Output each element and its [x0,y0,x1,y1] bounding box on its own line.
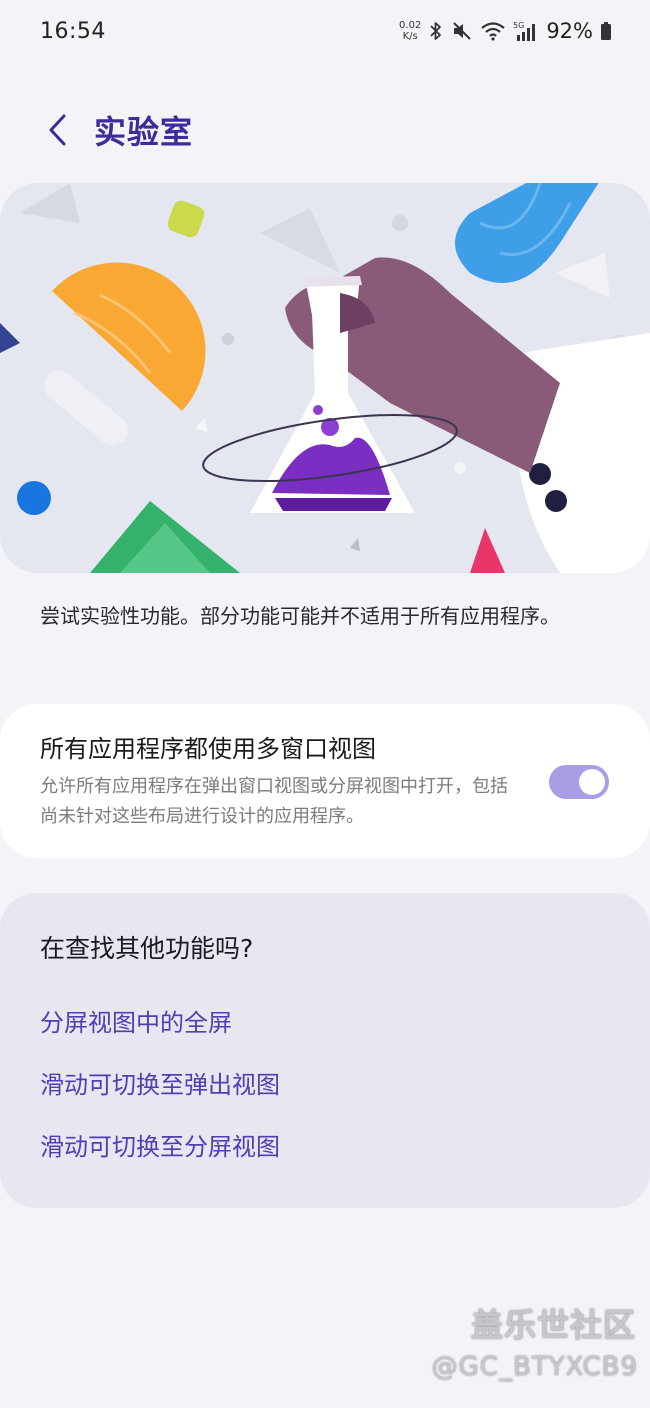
more-features-title: 在查找其他功能吗? [40,934,254,963]
status-icons: 0.02 K/s 5G 92% [399,19,612,43]
hero-illustration [0,183,650,573]
mute-icon [451,21,473,41]
bg-shape [20,183,80,223]
back-button[interactable] [34,106,82,154]
link-swipe-to-popup-view[interactable]: 滑动可切换至弹出视图 [40,1067,280,1103]
bg-pill [44,370,128,446]
network-speed-value: 0.02 [399,20,422,31]
signal-icon: 5G [513,20,537,42]
blue-dot [17,481,51,515]
link-swipe-to-split-view[interactable]: 滑动可切换至分屏视图 [40,1129,280,1165]
network-speed-unit: K/s [402,31,418,42]
battery-percent: 92% [546,19,593,43]
more-features-card: 在查找其他功能吗? 分屏视图中的全屏 滑动可切换至弹出视图 滑动可切换至分屏视图 [0,893,650,1208]
network-badge: 5G [513,21,524,30]
link-split-view-fullscreen[interactable]: 分屏视图中的全屏 [40,1005,232,1041]
bg-shape [260,208,340,273]
status-bar: 16:54 0.02 K/s 5G 92% [0,0,650,62]
watermark-user-id: @GC_BTYXCB9 [431,1352,638,1382]
green-diamond-shape [167,200,205,238]
setting-title: 所有应用程序都使用多窗口视图 [40,735,376,763]
bg-shape [0,323,20,353]
network-speed: 0.02 K/s [399,20,421,42]
bg-shape [555,253,610,298]
status-time: 16:54 [40,18,106,44]
watermark-community-name: 盖乐世社区 [470,1306,636,1344]
battery-icon [600,21,612,41]
page-description: 尝试实验性功能。部分功能可能并不适用于所有应用程序。 [40,604,560,628]
header: 实验室 [0,95,650,165]
wifi-icon [480,21,506,41]
bluetooth-icon [428,21,444,41]
chevron-left-icon [49,114,66,146]
lab-flask-illustration [0,183,650,573]
setting-description: 允许所有应用程序在弹出窗口视图或分屏视图中打开，包括尚未针对这些布局进行设计的应… [40,776,508,827]
pink-shape [470,528,505,573]
multi-window-toggle-switch[interactable] [549,765,609,799]
switch-knob [579,769,605,795]
page-title: 实验室 [94,113,194,151]
